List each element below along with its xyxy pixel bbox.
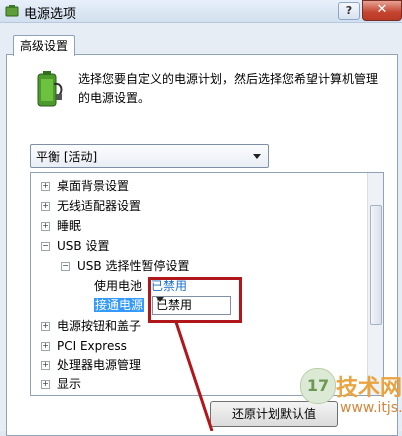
site-watermark: 17 技术网 www.itjs.cn xyxy=(300,356,402,431)
watermark-text: 技术网 xyxy=(336,376,402,401)
tab-advanced-settings[interactable]: 高级设置 xyxy=(13,35,75,56)
power-options-window: 电源选项 ? ✕ 高级设置 选择您要自定义的电源计划，然后选择您希望计算机管理的… xyxy=(0,0,402,436)
watermark-url: www.itjs.cn xyxy=(340,400,402,416)
watermark-logo: 17 xyxy=(300,368,336,404)
